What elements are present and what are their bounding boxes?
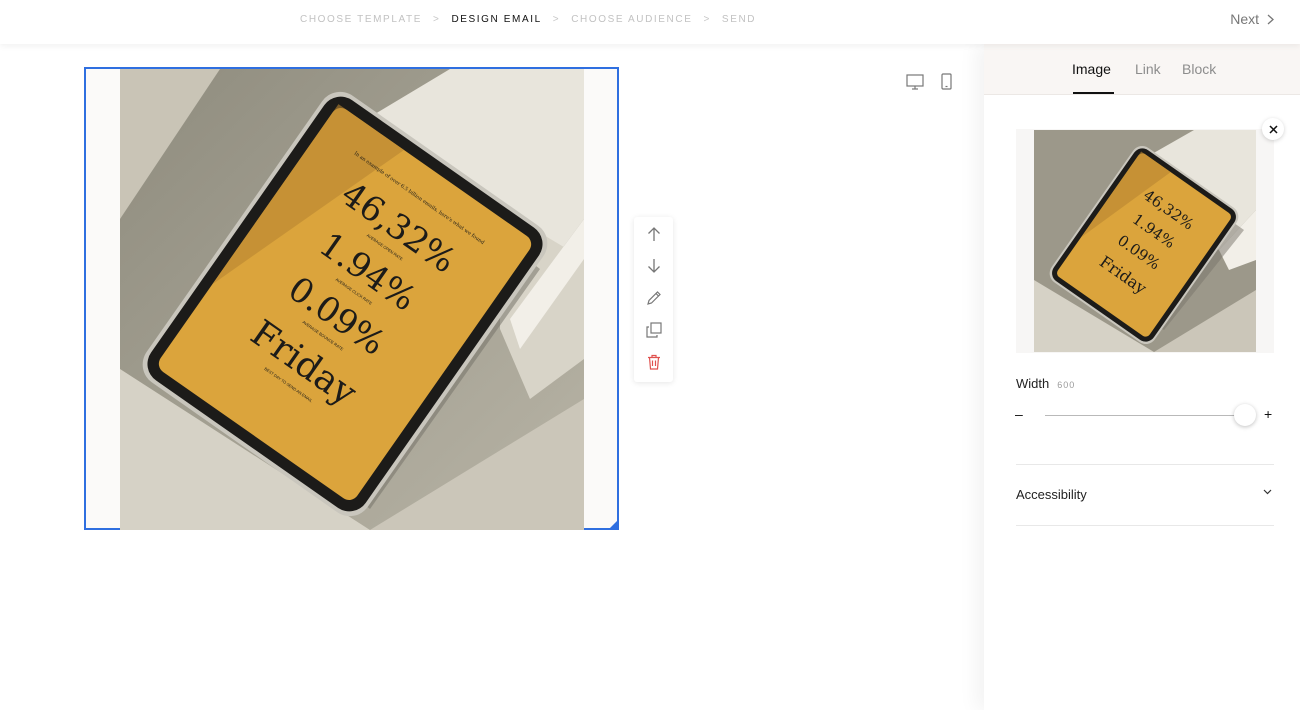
step-separator: >	[432, 14, 441, 25]
chevron-down-icon	[1263, 489, 1272, 495]
next-label: Next	[1230, 11, 1259, 27]
active-tab-indicator	[1073, 92, 1114, 94]
image-block-selected[interactable]: In an example of over 6.5 billion emails…	[84, 67, 619, 530]
trash-icon	[648, 354, 660, 370]
duplicate-button[interactable]	[644, 320, 664, 340]
delete-button[interactable]	[644, 352, 664, 372]
step-breadcrumb: CHOOSE TEMPLATE > DESIGN EMAIL > CHOOSE …	[300, 14, 756, 25]
remove-image-button[interactable]	[1262, 118, 1284, 140]
width-value: 600	[1057, 380, 1076, 390]
properties-panel: Image Link Block 46,32% 1.94% 0.09% Frid…	[984, 44, 1300, 710]
accessibility-label: Accessibility	[1016, 487, 1087, 502]
close-icon	[1268, 124, 1278, 134]
tab-link[interactable]: Link	[1135, 61, 1161, 77]
arrow-down-icon	[648, 259, 660, 273]
width-slider[interactable]	[1045, 404, 1256, 426]
pencil-icon	[647, 291, 661, 305]
email-image: In an example of over 6.5 billion emails…	[120, 69, 584, 530]
step-separator: >	[552, 14, 561, 25]
step-send[interactable]: SEND	[722, 14, 756, 25]
step-choose-audience[interactable]: CHOOSE AUDIENCE	[571, 14, 692, 25]
chevron-right-icon	[1267, 14, 1274, 24]
step-separator: >	[703, 14, 711, 25]
tab-image[interactable]: Image	[1072, 61, 1111, 77]
width-slider-thumb[interactable]	[1234, 404, 1256, 426]
width-setting: Width 600	[1016, 376, 1075, 391]
block-toolbar	[634, 217, 673, 382]
tab-block[interactable]: Block	[1182, 61, 1216, 77]
next-button[interactable]: Next	[1230, 11, 1274, 27]
image-preview[interactable]: 46,32% 1.94% 0.09% Friday	[1016, 129, 1274, 353]
divider	[1016, 525, 1274, 526]
top-bar: CHOOSE TEMPLATE > DESIGN EMAIL > CHOOSE …	[0, 0, 1300, 44]
edit-button[interactable]	[644, 288, 664, 308]
width-increase-button[interactable]: +	[1264, 406, 1272, 422]
image-preview-thumbnail: 46,32% 1.94% 0.09% Friday	[1034, 130, 1256, 352]
mobile-icon[interactable]	[941, 73, 952, 90]
step-design-email[interactable]: DESIGN EMAIL	[451, 14, 541, 25]
panel-tabs: Image Link Block	[984, 44, 1300, 95]
resize-handle[interactable]	[608, 519, 619, 530]
duplicate-icon	[646, 322, 662, 338]
desktop-icon[interactable]	[906, 74, 924, 90]
accessibility-accordion[interactable]: Accessibility	[1016, 465, 1274, 525]
move-up-button[interactable]	[644, 224, 664, 244]
move-down-button[interactable]	[644, 256, 664, 276]
width-label: Width	[1016, 376, 1050, 391]
step-choose-template[interactable]: CHOOSE TEMPLATE	[300, 14, 422, 25]
arrow-up-icon	[648, 227, 660, 241]
width-decrease-button[interactable]: –	[1015, 406, 1023, 422]
